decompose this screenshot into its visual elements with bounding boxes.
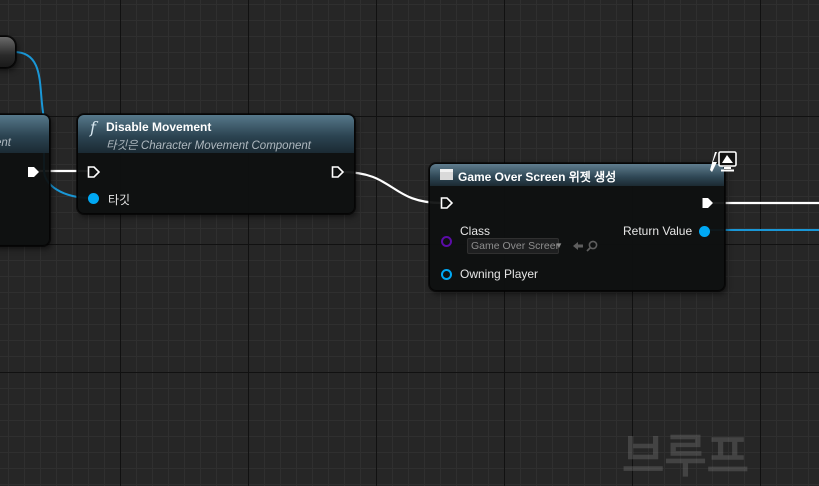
watermark-text: 브루프 — [622, 430, 749, 482]
class-dropdown-value: Game Over Screen — [471, 240, 559, 252]
exec-wire-disable-to-widget — [341, 170, 443, 205]
disable-movement-node[interactable]: f Disable Movement 타깃은 Character Movemen… — [77, 114, 355, 214]
class-dropdown[interactable]: Game Over Screen — [467, 238, 559, 254]
node-title: Disable Movement — [106, 120, 212, 134]
node-subtitle: ent — [0, 137, 11, 149]
exec-output-pin[interactable] — [331, 166, 344, 178]
exec-output-pin[interactable] — [701, 197, 714, 209]
client-only-icon — [710, 151, 737, 172]
create-widget-node[interactable]: Game Over Screen 위젯 생성 Class Game Over S… — [429, 163, 725, 291]
partial-node-top[interactable] — [0, 36, 16, 68]
node-title: Game Over Screen 위젯 생성 — [458, 170, 617, 184]
owning-player-label: Owning Player — [460, 267, 539, 281]
widget-icon — [440, 169, 453, 180]
class-pin-label: Class — [460, 224, 491, 238]
class-pin[interactable] — [441, 236, 452, 247]
exec-input-pin[interactable] — [440, 197, 453, 209]
use-selected-arrow-icon[interactable] — [572, 241, 584, 251]
owning-player-pin[interactable] — [441, 269, 452, 280]
exec-output-pin[interactable] — [27, 166, 40, 178]
node-subtitle: 타깃은 Character Movement Component — [106, 140, 311, 152]
target-pin[interactable] — [88, 193, 99, 204]
partial-node-left[interactable]: ent — [0, 114, 50, 246]
return-value-pin[interactable] — [699, 226, 710, 237]
chevron-down-icon[interactable]: ▼ — [555, 241, 563, 250]
browse-search-icon[interactable] — [586, 240, 598, 252]
return-value-label: Return Value — [623, 224, 693, 238]
exec-input-pin[interactable] — [87, 166, 100, 178]
function-icon: f — [90, 118, 96, 137]
target-pin-label: 타깃 — [108, 193, 131, 207]
